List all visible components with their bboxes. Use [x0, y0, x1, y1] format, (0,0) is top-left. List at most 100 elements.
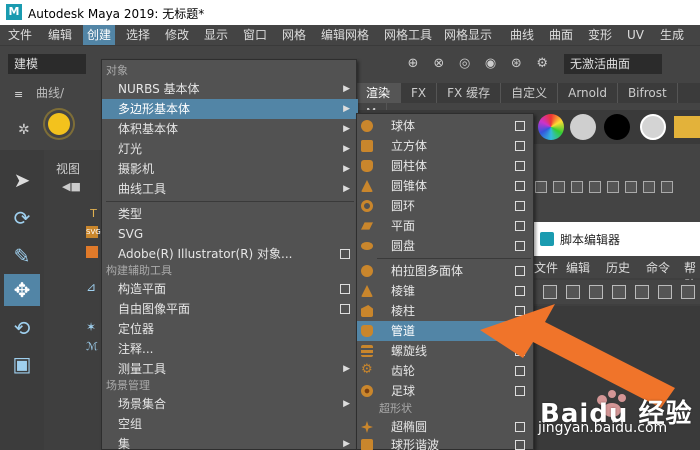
- submenu-item-platonic[interactable]: 柏拉图多面体: [357, 261, 533, 281]
- option-box-icon[interactable]: [515, 221, 525, 231]
- submenu-item-plane[interactable]: 平面: [357, 216, 533, 236]
- se-save-as-icon[interactable]: [589, 285, 603, 299]
- menu-mesh-tools[interactable]: 网格工具: [380, 25, 436, 45]
- se-open-icon[interactable]: [543, 285, 557, 299]
- se-menu-command[interactable]: 命令: [646, 259, 670, 276]
- view-icon-7[interactable]: [643, 181, 655, 193]
- submenu-item-spherical-harmonics[interactable]: 球形谐波: [357, 435, 533, 450]
- menu-create[interactable]: 创建: [83, 25, 116, 45]
- menu-window[interactable]: 窗口: [239, 25, 271, 45]
- option-box-icon[interactable]: [515, 286, 525, 296]
- gear-icon[interactable]: ✲: [18, 122, 30, 138]
- se-save-icon[interactable]: [566, 285, 580, 299]
- shelf-menu-icon[interactable]: ≡: [14, 88, 23, 101]
- menu-item-polygon[interactable]: 多边形基本体 ▶: [102, 99, 358, 119]
- black-sphere-icon[interactable]: [604, 114, 630, 140]
- menu-item-adobe-illustrator[interactable]: Adobe(R) Illustrator(R) 对象...: [102, 244, 358, 264]
- option-box-icon[interactable]: [340, 249, 350, 259]
- lambert-sphere-icon[interactable]: [570, 114, 596, 140]
- menu-mesh-display[interactable]: 网格显示: [440, 25, 496, 45]
- shelf-tab-bifrost[interactable]: Bifrost: [618, 83, 678, 103]
- se-source-icon[interactable]: [612, 285, 626, 299]
- option-box-icon[interactable]: [340, 304, 350, 314]
- option-box-icon[interactable]: [515, 422, 525, 432]
- option-box-icon[interactable]: [515, 266, 525, 276]
- live-surface-field[interactable]: 无激活曲面: [564, 54, 662, 74]
- option-box-icon[interactable]: [515, 141, 525, 151]
- menu-item-sets[interactable]: 集 ▶: [102, 434, 358, 450]
- submenu-item-cylinder[interactable]: 圆柱体: [357, 156, 533, 176]
- menu-item-free-image-plane[interactable]: 自由图像平面: [102, 299, 358, 319]
- menu-item-measure-tools[interactable]: 测量工具 ▶: [102, 359, 358, 379]
- menu-item-type[interactable]: T 类型: [90, 204, 358, 224]
- shelf-tab-custom[interactable]: 自定义: [501, 83, 559, 103]
- menu-uv[interactable]: UV: [623, 25, 648, 45]
- view-icon-2[interactable]: [553, 181, 565, 193]
- se-menu-edit[interactable]: 编辑: [566, 259, 590, 276]
- menu-item-construction-plane[interactable]: 构造平面: [102, 279, 358, 299]
- option-box-icon[interactable]: [515, 201, 525, 211]
- option-box-icon[interactable]: [515, 181, 525, 191]
- snap-settings-icon[interactable]: ⚙: [533, 56, 551, 71]
- scale-tool-icon[interactable]: ▣: [4, 348, 40, 380]
- se-clear-icon[interactable]: [635, 285, 649, 299]
- move-tool-icon[interactable]: ✥: [4, 274, 40, 306]
- view-icon-3[interactable]: [571, 181, 583, 193]
- menu-generate[interactable]: 生成: [656, 25, 688, 45]
- shelf-tab-rendering[interactable]: 渲染: [356, 83, 402, 103]
- option-box-icon[interactable]: [515, 161, 525, 171]
- shelf-tab-fx[interactable]: FX: [401, 83, 438, 103]
- viewport-panel[interactable]: [44, 150, 104, 450]
- snap-view-icon[interactable]: ◉: [481, 56, 499, 71]
- menu-surfaces[interactable]: 曲面: [545, 25, 577, 45]
- menu-select[interactable]: 选择: [122, 25, 154, 45]
- view-icon-1[interactable]: [535, 181, 547, 193]
- menu-curves[interactable]: 曲线: [506, 25, 538, 45]
- menu-mesh[interactable]: 网格: [278, 25, 310, 45]
- shelf-tab-fx-cache[interactable]: FX 缓存: [437, 83, 502, 103]
- option-box-icon[interactable]: [340, 284, 350, 294]
- mode-dropdown[interactable]: 建模: [8, 54, 86, 74]
- se-clear-all-icon[interactable]: [681, 285, 695, 299]
- submenu-item-superellipse[interactable]: 超椭圆: [357, 417, 533, 437]
- sun-light-icon[interactable]: [48, 113, 70, 135]
- menu-item-scene-assembly[interactable]: 场景集合 ▶: [102, 394, 358, 414]
- menu-item-empty-group[interactable]: 空组: [102, 414, 358, 434]
- color-wheel-icon[interactable]: [538, 114, 564, 140]
- submenu-item-pyramid[interactable]: 棱锥: [357, 281, 533, 301]
- menu-item-volume[interactable]: 体积基本体 ▶: [102, 119, 358, 139]
- menu-item-nurbs[interactable]: NURBS 基本体 ▶: [102, 79, 358, 99]
- lasso-tool-icon[interactable]: ⟳: [4, 202, 40, 234]
- menu-edit[interactable]: 编辑: [44, 25, 76, 45]
- submenu-item-sphere[interactable]: 球体: [357, 116, 533, 136]
- view-icon-6[interactable]: [625, 181, 637, 193]
- menu-display[interactable]: 显示: [200, 25, 232, 45]
- se-clear-input-icon[interactable]: [658, 285, 672, 299]
- se-menu-history[interactable]: 历史: [606, 259, 630, 276]
- view-icon-4[interactable]: [589, 181, 601, 193]
- paint-select-icon[interactable]: ✎: [4, 240, 40, 272]
- shelf-tab-arnold[interactable]: Arnold: [558, 83, 618, 103]
- option-box-icon[interactable]: [515, 121, 525, 131]
- shelf-tab-curves[interactable]: 曲线/: [36, 83, 64, 103]
- snap-point-icon[interactable]: ◎: [456, 56, 474, 71]
- waveform-icon[interactable]: [674, 116, 700, 138]
- select-tool-icon[interactable]: ➤: [4, 164, 40, 196]
- white-sphere-icon[interactable]: [640, 114, 666, 140]
- option-box-icon[interactable]: [515, 440, 525, 450]
- menu-item-curve-tools[interactable]: 曲线工具 ▶: [102, 179, 358, 199]
- submenu-item-cone[interactable]: 圆锥体: [357, 176, 533, 196]
- menu-deform[interactable]: 变形: [584, 25, 616, 45]
- menu-item-locator[interactable]: 定位器: [102, 319, 358, 339]
- option-box-icon[interactable]: [515, 241, 525, 251]
- view-icon-8[interactable]: [661, 181, 673, 193]
- view-icon-5[interactable]: [607, 181, 619, 193]
- submenu-item-disc[interactable]: 圆盘: [357, 236, 533, 256]
- se-menu-file[interactable]: 文件: [534, 259, 558, 276]
- menu-edit-mesh[interactable]: 编辑网格: [317, 25, 373, 45]
- submenu-item-torus[interactable]: 圆环: [357, 196, 533, 216]
- menu-item-cameras[interactable]: 摄影机 ▶: [102, 159, 358, 179]
- menu-item-lights[interactable]: 灯光 ▶: [102, 139, 358, 159]
- viewport-camera-icon[interactable]: ◀■: [62, 180, 81, 193]
- menu-item-annotation[interactable]: 注释...: [102, 339, 358, 359]
